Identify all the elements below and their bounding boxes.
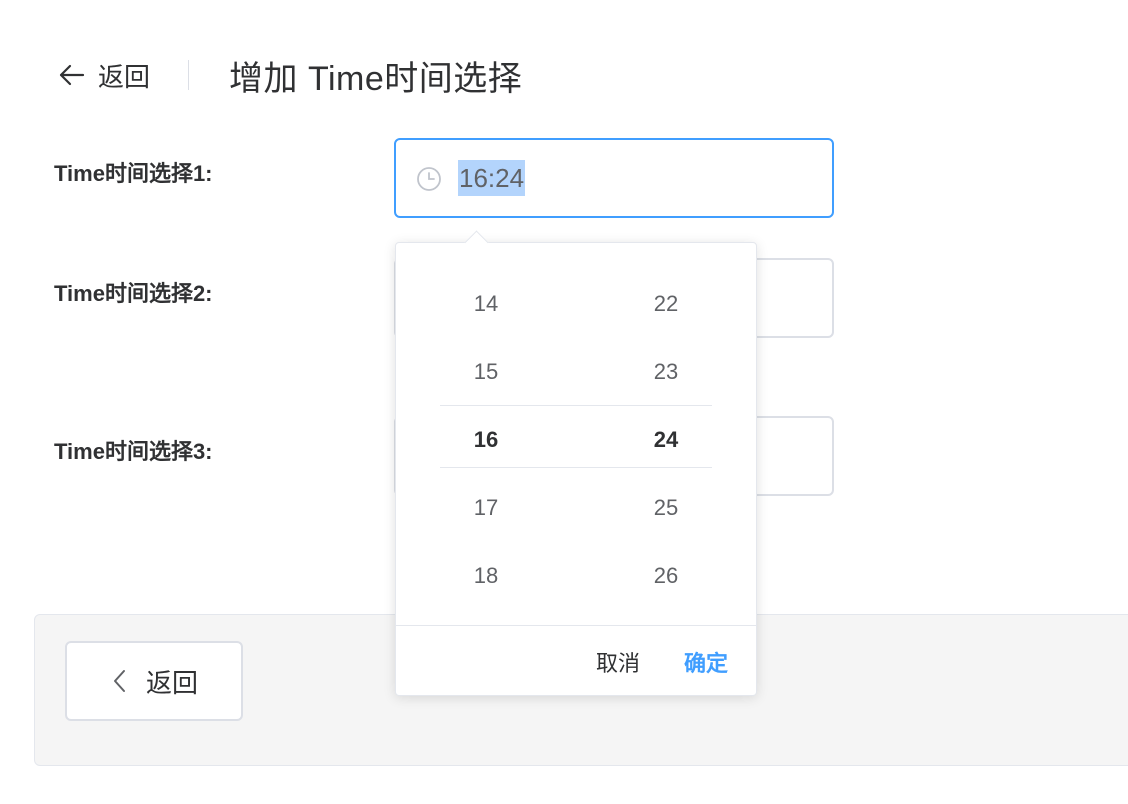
minute-option[interactable]: 25 (576, 488, 756, 528)
cancel-button[interactable]: 取消 (596, 646, 640, 678)
minute-option[interactable]: 23 (576, 352, 756, 392)
selection-line-bottom (440, 467, 712, 468)
hour-option-selected[interactable]: 16 (396, 420, 576, 460)
clock-icon (416, 166, 442, 192)
time-input-1[interactable]: 16:24 (394, 138, 834, 218)
field1-label: Time时间选择1: (54, 161, 213, 186)
header-back-label[interactable]: 返回 (98, 57, 150, 94)
field3-label: Time时间选择3: (54, 439, 213, 464)
hour-column[interactable]: 14 15 16 17 18 (396, 243, 576, 623)
hour-option[interactable]: 17 (396, 488, 576, 528)
chevron-left-icon (110, 668, 130, 694)
field2-label: Time时间选择2: (54, 281, 213, 306)
confirm-button[interactable]: 确定 (684, 646, 728, 678)
hour-option[interactable]: 14 (396, 284, 576, 324)
picker-footer: 取消 确定 (396, 625, 756, 696)
page-title: 增加 Time时间选择 (229, 59, 523, 98)
minute-option[interactable]: 22 (576, 284, 756, 324)
time-input-1-value[interactable]: 16:24 (458, 160, 526, 196)
page: 返回 增加 Time时间选择 Time时间选择1: Time时间选择2: Tim… (0, 0, 1128, 804)
hour-option[interactable]: 15 (396, 352, 576, 392)
page-header: 返回 增加 Time时间选择 (56, 50, 522, 100)
selection-line-top (440, 405, 712, 406)
arrow-left-icon[interactable] (56, 60, 86, 90)
minute-option[interactable]: 26 (576, 556, 756, 596)
footer-back-button[interactable]: 返回 (65, 641, 243, 721)
minute-column[interactable]: 22 23 24 25 26 (576, 243, 756, 623)
header-back-link[interactable]: 返回 (56, 57, 150, 94)
minute-option-selected[interactable]: 24 (576, 420, 756, 460)
header-divider (188, 60, 190, 90)
time-picker-panel: 14 15 16 17 18 22 23 24 25 26 取消 确定 (395, 230, 757, 696)
hour-option[interactable]: 18 (396, 556, 576, 596)
footer-back-label: 返回 (145, 667, 198, 698)
